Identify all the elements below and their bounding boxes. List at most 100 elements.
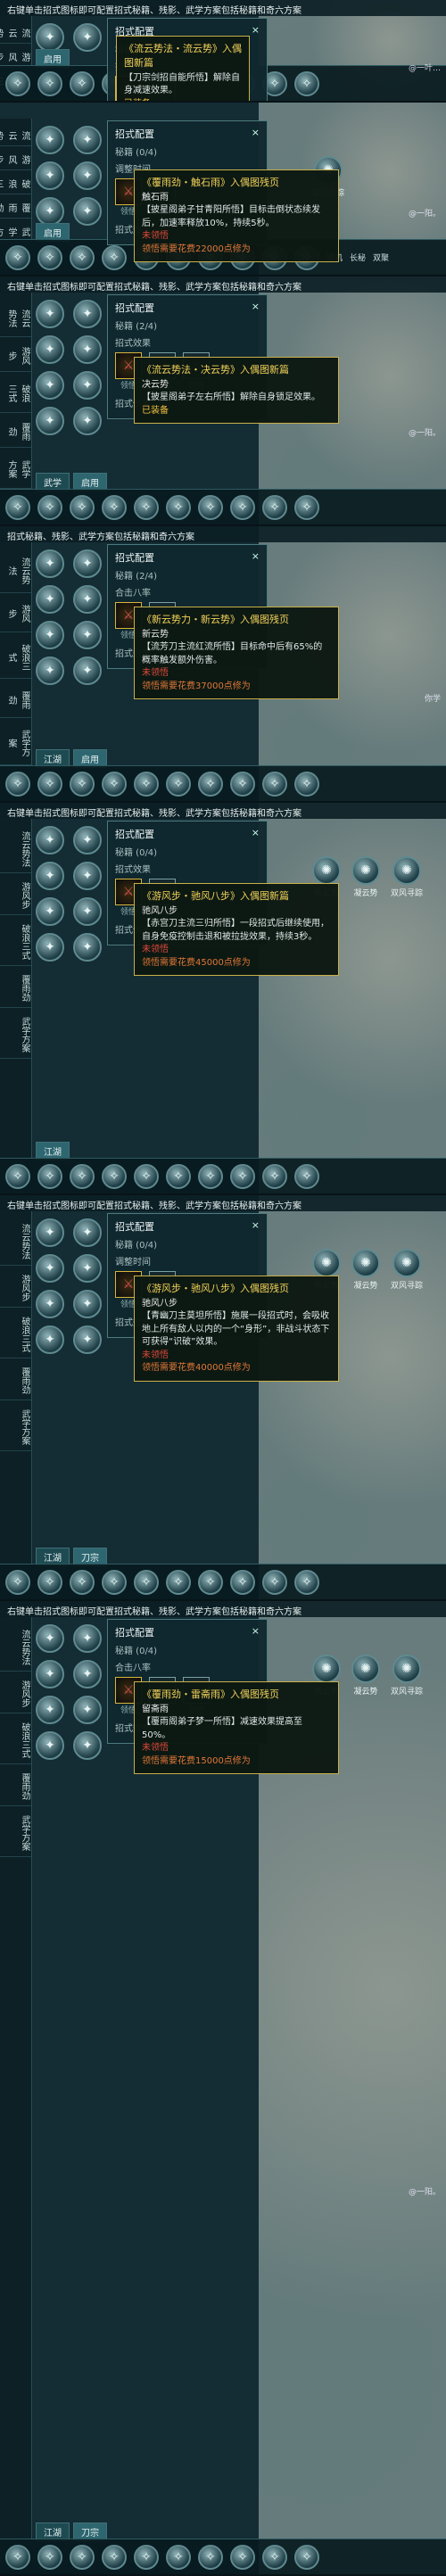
- skill-icon[interactable]: ✦: [36, 656, 64, 685]
- skill-icon[interactable]: ✧: [166, 771, 191, 797]
- skill-icon[interactable]: ✧: [166, 1569, 191, 1595]
- category-item[interactable]: 破浪三式: [0, 174, 31, 194]
- skill-icon[interactable]: ✦: [36, 407, 64, 435]
- skill-icon[interactable]: ✦: [36, 826, 64, 855]
- skill-icon[interactable]: ✧: [37, 1569, 62, 1595]
- skill-icon[interactable]: ✧: [5, 1163, 30, 1189]
- skill-icon[interactable]: ✦: [36, 897, 64, 926]
- skill-icon[interactable]: ✧: [70, 70, 95, 96]
- skill-icon[interactable]: ✧: [102, 244, 127, 270]
- skill-icon[interactable]: ✧: [230, 494, 255, 520]
- skill-icon[interactable]: ✦: [73, 826, 102, 855]
- category-item[interactable]: 流云势法: [0, 1218, 31, 1266]
- skill-icon[interactable]: ✧: [262, 1569, 287, 1595]
- category-item[interactable]: 覆雨劲: [0, 1362, 31, 1400]
- skill-icon[interactable]: ✧: [198, 2544, 223, 2570]
- right-skill[interactable]: ✺ 双风寻踪: [391, 856, 423, 898]
- skill-icon[interactable]: ✧: [198, 1163, 223, 1189]
- skill-icon[interactable]: ✦: [36, 1660, 64, 1688]
- skill-icon[interactable]: ✦: [73, 1660, 102, 1688]
- skill-icon[interactable]: ✧: [294, 70, 319, 96]
- skill-icon[interactable]: ✧: [294, 1569, 319, 1595]
- skill-icon[interactable]: ✦: [73, 1290, 102, 1318]
- skill-icon[interactable]: ✧: [230, 1163, 255, 1189]
- close-icon[interactable]: ×: [252, 550, 260, 565]
- skill-icon[interactable]: ✧: [294, 1163, 319, 1189]
- category-item[interactable]: 流云势法: [0, 549, 31, 593]
- skill-icon[interactable]: ✦: [36, 161, 64, 190]
- skill-icon[interactable]: ✦: [36, 371, 64, 400]
- category-item[interactable]: 破浪三式: [0, 376, 31, 414]
- skill-icon[interactable]: ✧: [134, 494, 159, 520]
- skill-icon[interactable]: ✦: [36, 335, 64, 364]
- skill-icon[interactable]: ✦: [36, 1325, 64, 1354]
- skill-icon[interactable]: ✧: [37, 2544, 62, 2570]
- category-item[interactable]: 覆雨劲: [0, 198, 31, 219]
- skill-icon[interactable]: ✧: [5, 494, 30, 520]
- right-skill[interactable]: ✺ 双风寻踪: [391, 1655, 423, 1697]
- right-skill[interactable]: ✺ 双风寻踪: [391, 1249, 423, 1291]
- skill-icon[interactable]: ✧: [198, 494, 223, 520]
- skill-icon[interactable]: ✦: [36, 197, 64, 226]
- skill-icon[interactable]: ✧: [262, 494, 287, 520]
- skill-icon[interactable]: ✧: [5, 2544, 30, 2570]
- skill-icon[interactable]: ✦: [73, 1731, 102, 1760]
- skill-icon[interactable]: ✦: [73, 897, 102, 926]
- skill-icon[interactable]: ✦: [73, 585, 102, 614]
- skill-icon[interactable]: ✧: [230, 771, 255, 797]
- category-item[interactable]: 游风步: [0, 877, 31, 915]
- category-item[interactable]: 武学方案: [0, 1810, 31, 1857]
- skill-icon[interactable]: ✦: [36, 23, 64, 52]
- right-skill[interactable]: ✺ 凝云势: [351, 1249, 380, 1291]
- skill-icon[interactable]: ✧: [230, 2544, 255, 2570]
- close-icon[interactable]: ×: [252, 827, 260, 841]
- skill-icon[interactable]: ✦: [36, 1218, 64, 1247]
- category-item[interactable]: 武学方案: [0, 722, 31, 765]
- category-item[interactable]: 覆雨劲: [0, 682, 31, 719]
- skill-icon[interactable]: ✧: [102, 1569, 127, 1595]
- skill-icon[interactable]: ✦: [73, 621, 102, 649]
- skill-icon[interactable]: ✦: [73, 161, 102, 190]
- skill-icon[interactable]: ✦: [36, 933, 64, 962]
- skill-icon[interactable]: ✦: [73, 23, 102, 52]
- skill-icon[interactable]: ✧: [166, 2544, 191, 2570]
- skill-icon[interactable]: ✦: [73, 197, 102, 226]
- category-item[interactable]: 破浪三式: [0, 636, 31, 680]
- category-item[interactable]: 覆雨劲: [0, 1768, 31, 1806]
- category-item[interactable]: 游风步: [0, 1269, 31, 1308]
- skill-icon[interactable]: ✦: [36, 1290, 64, 1318]
- close-icon[interactable]: ×: [252, 1219, 260, 1234]
- category-item[interactable]: 破浪三式: [0, 1717, 31, 1764]
- skill-icon[interactable]: ✦: [36, 585, 64, 614]
- category-item[interactable]: 覆雨劲: [0, 417, 31, 448]
- skill-icon[interactable]: ✦: [36, 1624, 64, 1653]
- category-item[interactable]: 流云势法: [0, 23, 31, 44]
- skill-icon[interactable]: ✦: [73, 300, 102, 328]
- skill-icon[interactable]: ✦: [73, 126, 102, 154]
- skill-icon[interactable]: ✦: [73, 335, 102, 364]
- skill-icon[interactable]: ✧: [134, 771, 159, 797]
- skill-icon[interactable]: ✧: [37, 494, 62, 520]
- skill-icon[interactable]: ✦: [36, 126, 64, 154]
- skill-icon[interactable]: ✦: [73, 1325, 102, 1354]
- category-item[interactable]: 破浪三式: [0, 1311, 31, 1358]
- close-icon[interactable]: ×: [252, 1625, 260, 1639]
- skill-icon[interactable]: ✧: [198, 1569, 223, 1595]
- skill-icon[interactable]: ✧: [37, 244, 62, 270]
- category-item[interactable]: 武学方案: [0, 1404, 31, 1451]
- category-item[interactable]: 武学方案: [0, 451, 31, 489]
- skill-icon[interactable]: ✧: [5, 70, 30, 96]
- skill-icon[interactable]: ✧: [166, 1163, 191, 1189]
- skill-icon[interactable]: ✦: [73, 407, 102, 435]
- skill-icon[interactable]: ✧: [5, 1569, 30, 1595]
- skill-icon[interactable]: ✧: [70, 771, 95, 797]
- skill-icon[interactable]: ✧: [70, 1569, 95, 1595]
- skill-icon[interactable]: ✦: [73, 549, 102, 578]
- category-item[interactable]: 武学方案: [0, 1011, 31, 1059]
- skill-icon[interactable]: ✧: [294, 494, 319, 520]
- skill-icon[interactable]: ✧: [294, 2544, 319, 2570]
- category-item[interactable]: 游风步: [0, 150, 31, 170]
- right-skill[interactable]: ✺ 凝云势: [351, 1655, 380, 1697]
- category-item[interactable]: 流云势法: [0, 1624, 31, 1672]
- skill-icon[interactable]: ✧: [134, 1163, 159, 1189]
